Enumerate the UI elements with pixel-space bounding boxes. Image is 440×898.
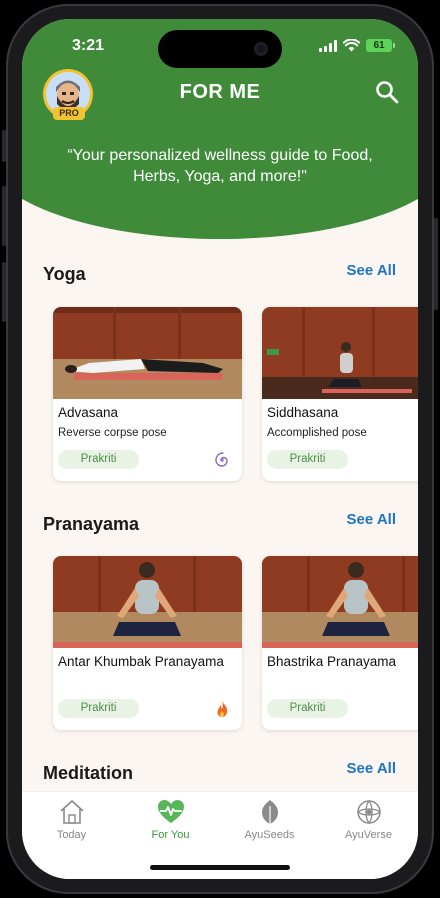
pranayama-card-bhastrika[interactable]: Bhastrika Pranayama Prakriti [262,556,418,730]
card-subtitle: Reverse corpse pose [58,427,167,439]
nav-label: For You [151,829,190,841]
card-title: Advasana [58,405,119,420]
nav-item-ayuverse[interactable]: AyuVerse [319,792,418,879]
nav-item-today[interactable]: Today [22,792,121,879]
cellular-signal-icon [319,39,337,52]
battery-level: 61 [373,40,385,51]
prakriti-chip: Prakriti [58,450,139,469]
prakriti-chip: Prakriti [267,450,348,469]
tagline: “Your personalized wellness guide to Foo… [67,147,373,185]
card-subtitle: Accomplished pose [267,427,367,439]
status-time: 3:21 [72,37,105,54]
pranayama-card-antar-khumbak[interactable]: Antar Khumbak Pranayama Prakriti [53,556,242,730]
card-title: Antar Khumbak Pranayama [58,654,224,669]
nav-label: Today [56,829,87,841]
pose-thumbnail [262,556,418,648]
mandala-icon [356,799,381,825]
power-button [434,218,438,310]
volume-down-button [2,262,6,322]
see-all-yoga-link[interactable]: See All [347,262,396,279]
status-icons: 61 [319,39,395,52]
fire-icon [217,701,228,717]
home-indicator[interactable] [150,865,290,870]
nav-label: AyuSeeds [244,829,295,841]
pose-thumbnail [262,307,418,399]
card-title: Siddhasana [267,405,339,420]
house-icon [59,800,84,824]
spiral-icon [215,452,228,467]
prakriti-chip: Prakriti [58,699,139,718]
yoga-card-advasana[interactable]: Advasana Reverse corpse pose Prakriti [53,307,242,481]
battery-icon: 61 [366,39,395,52]
mute-switch [2,130,6,162]
volume-up-button [2,186,6,246]
nav-label: AyuVerse [345,829,392,841]
dynamic-island [158,30,282,68]
section-title-yoga: Yoga [43,264,86,284]
see-all-pranayama-link[interactable]: See All [347,511,396,528]
wifi-icon [343,39,360,52]
app-screen: 3:21 61 PRO FOR ME “Your personalized we… [22,19,418,879]
prakriti-chip: Prakriti [267,699,348,718]
pose-thumbnail [53,307,242,399]
pose-thumbnail [53,556,242,648]
search-icon [376,81,399,104]
see-all-meditation-link[interactable]: See All [347,760,396,777]
card-title: Bhastrika Pranayama [267,654,397,669]
leaf-icon [261,800,278,824]
search-button[interactable] [374,79,400,105]
section-title-meditation: Meditation [43,763,133,783]
section-title-pranayama: Pranayama [43,514,140,534]
heart-pulse-icon [157,800,184,823]
pro-badge: PRO [53,107,85,120]
yoga-card-siddhasana[interactable]: Siddhasana Accomplished pose Prakriti [262,307,418,481]
page-title: FOR ME [179,81,261,103]
